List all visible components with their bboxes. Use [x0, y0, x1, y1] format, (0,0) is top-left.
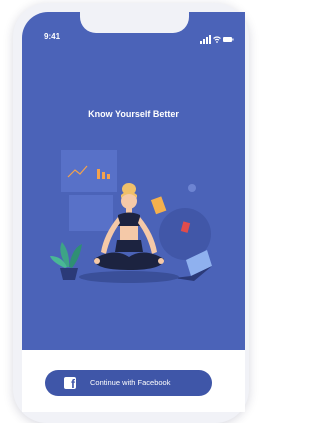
meditation-illustration: [50, 150, 212, 283]
chart-card: [61, 150, 117, 192]
facebook-icon: f: [64, 377, 76, 390]
potted-plant: [50, 242, 82, 280]
chart-card-back: [69, 195, 113, 231]
continue-with-facebook-button[interactable]: f Continue with Facebook: [45, 370, 212, 396]
floating-dot: [188, 184, 196, 192]
hero-panel: 9:41 Know Yourself Better: [22, 12, 245, 350]
floating-note-orange: [150, 196, 167, 215]
app-screen: 9:41 Know Yourself Better f Continue wit…: [22, 12, 245, 412]
yoga-mat: [79, 271, 179, 283]
facebook-button-label: Continue with Facebook: [90, 378, 171, 387]
